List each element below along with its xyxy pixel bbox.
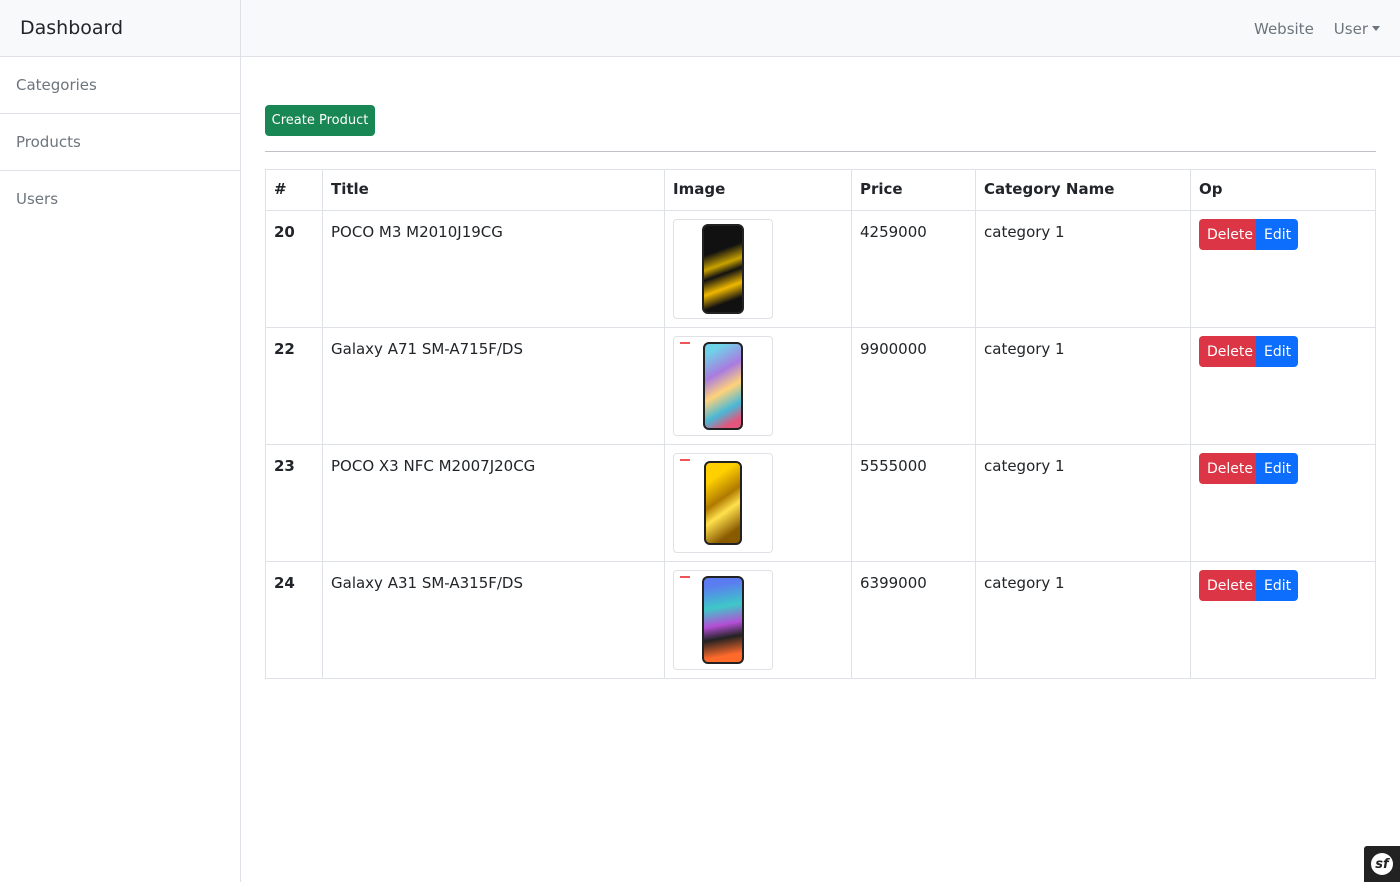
product-image: [673, 336, 773, 436]
image-tag: [680, 459, 690, 461]
row-category: category 1: [975, 327, 1191, 445]
header-category: Category Name: [975, 169, 1191, 211]
row-image-cell: [664, 561, 852, 679]
sidebar-item-products[interactable]: Products: [0, 114, 240, 171]
row-title: POCO X3 NFC M2007J20CG: [322, 444, 665, 562]
action-group: Delete Edit: [1199, 219, 1298, 250]
image-tag: [680, 342, 690, 344]
table-row: 20 POCO M3 M2010J19CG 4259000 category 1…: [265, 210, 1376, 328]
phone-image: [702, 224, 744, 314]
row-price: 6399000: [851, 561, 976, 679]
delete-button[interactable]: Delete: [1199, 453, 1256, 484]
header-image: Image: [664, 169, 852, 211]
phone-image: [702, 576, 744, 664]
edit-button[interactable]: Edit: [1256, 453, 1298, 484]
row-category: category 1: [975, 561, 1191, 679]
symfony-icon[interactable]: sf: [1364, 846, 1400, 882]
header-op: Op: [1190, 169, 1376, 211]
row-price: 5555000: [851, 444, 976, 562]
topbar: Website User: [241, 0, 1400, 57]
row-title: Galaxy A71 SM-A715F/DS: [322, 327, 665, 445]
row-id: 20: [265, 210, 323, 328]
row-actions: Delete Edit: [1190, 444, 1376, 562]
row-title: Galaxy A31 SM-A315F/DS: [322, 561, 665, 679]
product-image: [673, 219, 773, 319]
user-dropdown[interactable]: User: [1334, 20, 1380, 38]
header-title: Title: [322, 169, 665, 211]
products-table: # Title Image Price Category Name Op 20 …: [265, 169, 1376, 679]
user-dropdown-label: User: [1333, 19, 1368, 38]
row-id: 23: [265, 444, 323, 562]
row-price: 9900000: [851, 327, 976, 445]
action-group: Delete Edit: [1199, 336, 1298, 367]
topbar-nav: Website User: [1234, 0, 1380, 57]
divider: [265, 151, 1376, 152]
row-image-cell: [664, 444, 852, 562]
table-row: 22 Galaxy A71 SM-A715F/DS 9900000 catego…: [265, 327, 1376, 445]
symfony-logo: sf: [1371, 853, 1393, 875]
row-image-cell: [664, 327, 852, 445]
row-price: 4259000: [851, 210, 976, 328]
image-tag: [680, 576, 690, 578]
row-actions: Delete Edit: [1190, 327, 1376, 445]
table-row: 24 Galaxy A31 SM-A315F/DS 6399000 catego…: [265, 561, 1376, 679]
edit-button[interactable]: Edit: [1256, 570, 1298, 601]
sidebar-brand[interactable]: Dashboard: [0, 0, 240, 57]
row-category: category 1: [975, 210, 1191, 328]
delete-button[interactable]: Delete: [1199, 570, 1256, 601]
delete-button[interactable]: Delete: [1199, 336, 1256, 367]
website-link[interactable]: Website: [1254, 20, 1314, 38]
row-actions: Delete Edit: [1190, 561, 1376, 679]
create-product-button[interactable]: Create Product: [265, 105, 375, 136]
header-id: #: [265, 169, 323, 211]
caret-down-icon: [1372, 25, 1380, 31]
row-title: POCO M3 M2010J19CG: [322, 210, 665, 328]
row-image-cell: [664, 210, 852, 328]
edit-button[interactable]: Edit: [1256, 219, 1298, 250]
sidebar-item-categories[interactable]: Categories: [0, 57, 240, 114]
delete-button[interactable]: Delete: [1199, 219, 1256, 250]
header-price: Price: [851, 169, 976, 211]
row-actions: Delete Edit: [1190, 210, 1376, 328]
row-id: 24: [265, 561, 323, 679]
action-group: Delete Edit: [1199, 453, 1298, 484]
table-row: 23 POCO X3 NFC M2007J20CG 5555000 catego…: [265, 444, 1376, 562]
row-id: 22: [265, 327, 323, 445]
action-group: Delete Edit: [1199, 570, 1298, 601]
edit-button[interactable]: Edit: [1256, 336, 1298, 367]
product-image: [673, 453, 773, 553]
phone-image: [704, 461, 742, 545]
phone-image: [703, 342, 743, 430]
table-header-row: # Title Image Price Category Name Op: [265, 169, 1376, 211]
sidebar-item-users[interactable]: Users: [0, 171, 240, 228]
product-image: [673, 570, 773, 670]
row-category: category 1: [975, 444, 1191, 562]
sidebar: Dashboard Categories Products Users: [0, 0, 241, 882]
